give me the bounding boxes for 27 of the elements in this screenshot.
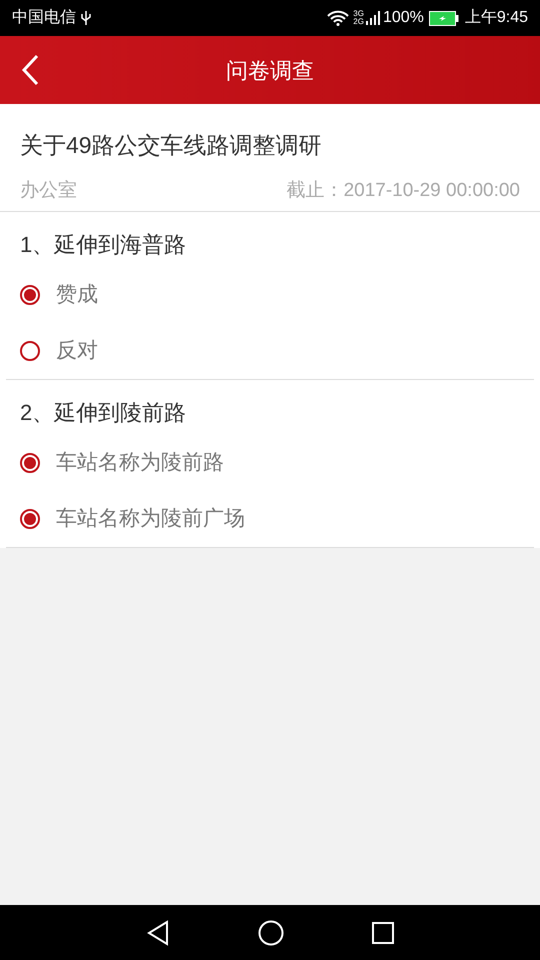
radio-button[interactable]: [20, 341, 40, 361]
page-title: 问卷调查: [226, 56, 314, 84]
answer-option[interactable]: 车站名称为陵前路: [6, 435, 534, 491]
back-nav-icon[interactable]: [146, 920, 170, 946]
radio-button[interactable]: [20, 509, 40, 529]
battery-icon: [428, 10, 459, 26]
carrier-name: 中国电信: [12, 8, 76, 28]
answer-option[interactable]: 赞成: [6, 267, 534, 323]
network-type: 3G: [353, 10, 364, 18]
question-title: 1、延伸到海普路: [19, 231, 188, 259]
answer-option[interactable]: 反对: [6, 323, 534, 379]
usb-icon: [80, 10, 92, 26]
home-nav-icon[interactable]: [258, 920, 284, 946]
clock-time: 上午9:45: [464, 8, 528, 28]
battery-percent: 100%: [382, 8, 424, 28]
question-title: 2、延伸到陵前路: [19, 399, 188, 427]
survey-title: 关于49路公交车线路调整调研: [20, 131, 323, 160]
answer-option[interactable]: 车站名称为陵前广场: [6, 491, 534, 547]
department-label: 办公室: [20, 178, 77, 202]
signal-icon: [364, 10, 381, 26]
back-icon: [21, 54, 39, 86]
wifi-icon: [327, 10, 350, 26]
recents-nav-icon[interactable]: [372, 922, 394, 944]
deadline-label: 截止：2017-10-29 00:00:00: [286, 178, 520, 202]
network-type: 2G: [353, 18, 364, 26]
radio-button[interactable]: [20, 285, 40, 305]
radio-button[interactable]: [20, 453, 40, 473]
